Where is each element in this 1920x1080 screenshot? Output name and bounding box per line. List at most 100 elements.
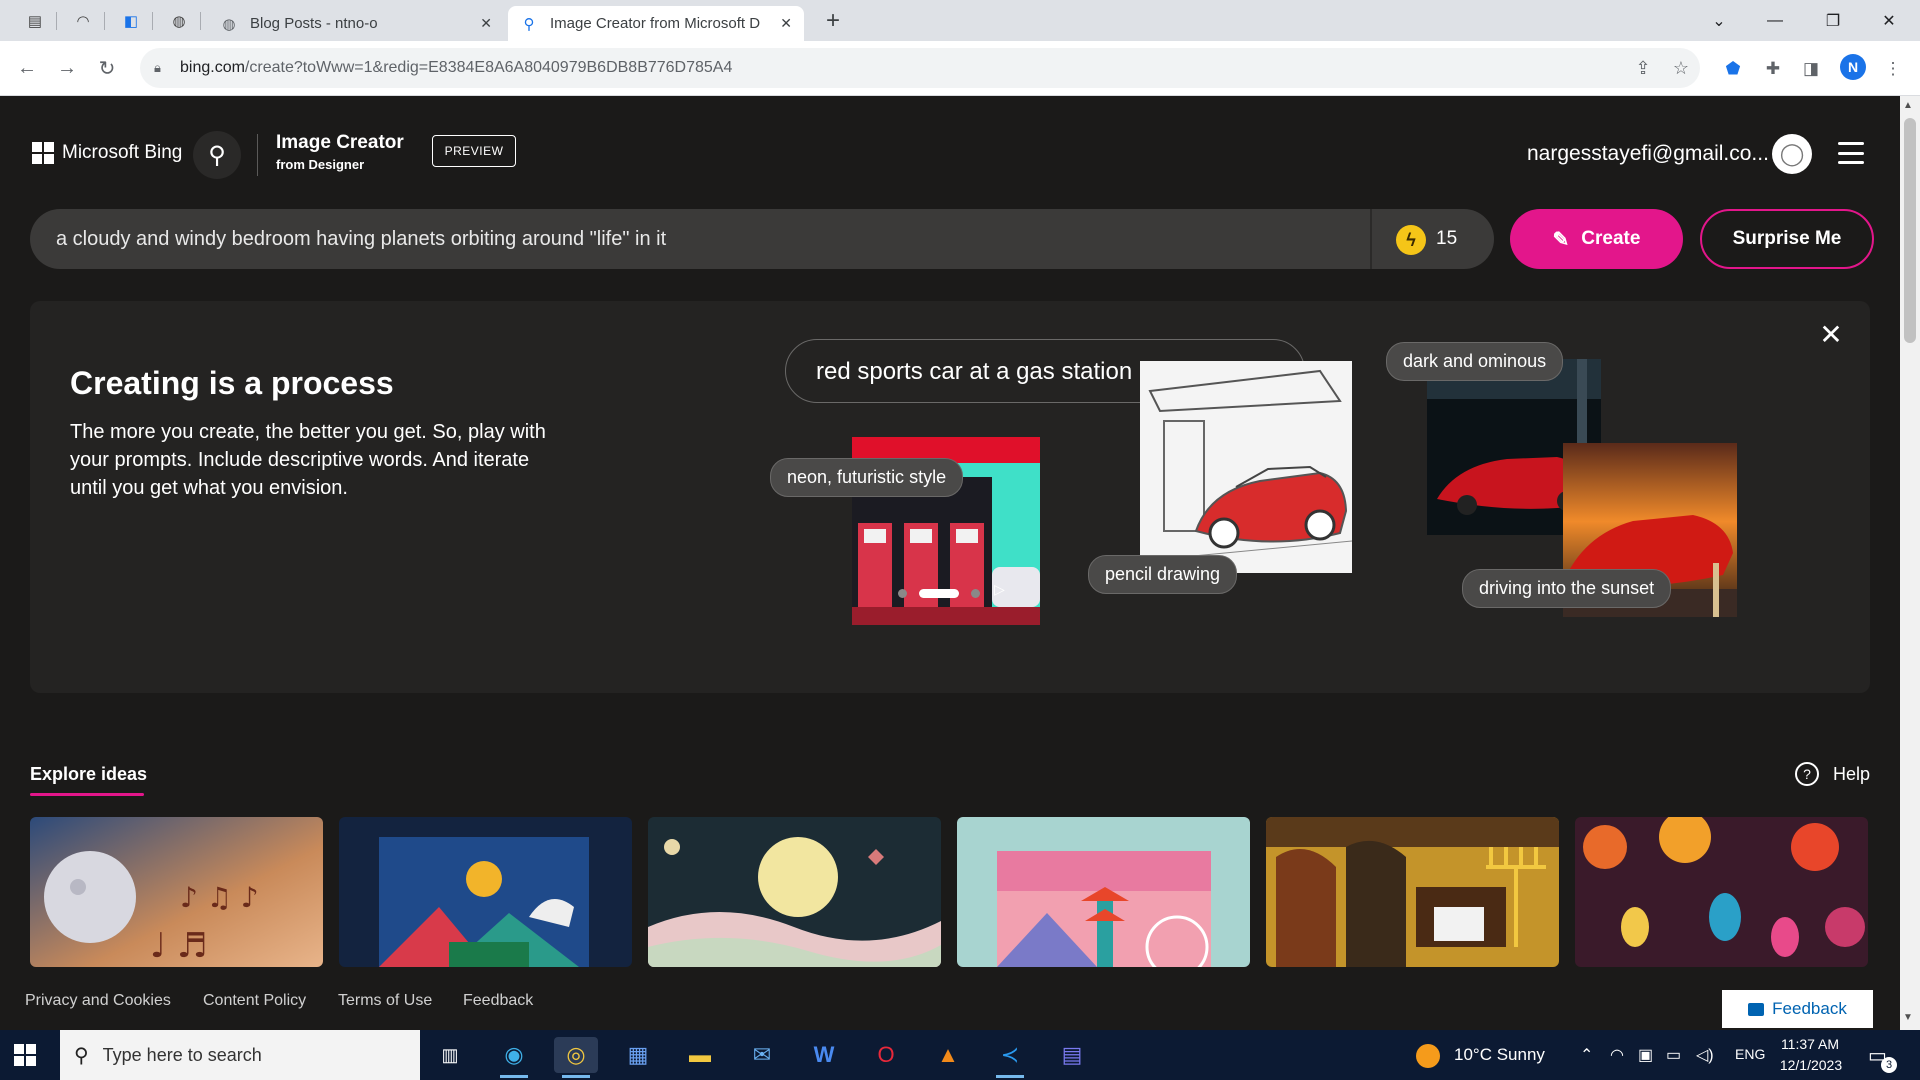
minimize-button[interactable]: — [1752, 0, 1798, 41]
taskbar-search-placeholder: Type here to search [102, 1044, 262, 1065]
url-text[interactable]: bing.com/create?toWww=1&redig=E8384E8A6A… [180, 59, 732, 77]
tab-blog-posts[interactable]: ◍ Blog Posts - ntno-o ✕ [208, 6, 504, 41]
teams-icon[interactable]: ▤ [1050, 1037, 1094, 1073]
address-bar[interactable]: 🔒︎ bing.com/create?toWww=1&redig=E8384E8… [140, 48, 1700, 88]
word-icon[interactable]: W [802, 1037, 846, 1073]
play-icon[interactable]: ▷ [994, 581, 1005, 598]
close-tab-icon[interactable]: ✕ [780, 15, 792, 32]
bookmark-star-icon[interactable]: ☆ [1670, 58, 1692, 80]
user-avatar-icon[interactable]: ◯ [1772, 134, 1812, 174]
scroll-down-icon[interactable]: ▼ [1903, 1012, 1913, 1023]
restore-button[interactable]: ❐ [1810, 0, 1856, 41]
store-icon[interactable]: ▦ [616, 1037, 660, 1073]
pinned-tab-1[interactable]: ▤ [22, 8, 48, 34]
close-window-button[interactable]: ✕ [1866, 0, 1912, 41]
footer-link-privacy[interactable]: Privacy and Cookies [25, 992, 171, 1010]
create-label: Create [1581, 228, 1641, 249]
prompt-input[interactable] [56, 209, 1356, 269]
chip-dark-ominous[interactable]: dark and ominous [1386, 342, 1564, 381]
weather-sun-icon[interactable] [1416, 1044, 1440, 1068]
browser-toolbar: ← → ↻ 🔒︎ bing.com/create?toWww=1&redig=E… [0, 41, 1920, 96]
chip-driving-sunset[interactable]: driving into the sunset [1462, 569, 1672, 608]
footer: Privacy and Cookies Content Policy Terms… [0, 970, 1900, 1030]
chip-neon-style[interactable]: neon, futuristic style [770, 458, 964, 497]
bing-logo[interactable]: Microsoft Bing [32, 142, 182, 164]
svg-text:♪ ♫ ♪: ♪ ♫ ♪ [180, 881, 259, 914]
mail-icon[interactable]: ✉ [740, 1037, 784, 1073]
profile-avatar[interactable]: N [1840, 54, 1866, 80]
carousel-dot-active[interactable] [919, 589, 959, 598]
scroll-up-icon[interactable]: ▲ [1903, 100, 1913, 111]
idea-image-paper-pagoda[interactable] [957, 817, 1250, 967]
network-icon[interactable]: ◠ [1610, 1045, 1624, 1065]
opera-icon[interactable]: O [864, 1037, 908, 1073]
close-icon[interactable]: ✕ [1816, 319, 1846, 350]
idea-image-menorah-choir[interactable] [1266, 817, 1559, 967]
idea-image-felt-moon[interactable] [648, 817, 941, 967]
file-explorer-icon[interactable]: ▬ [678, 1037, 722, 1073]
side-panel-icon[interactable]: ◨ [1798, 56, 1824, 82]
carousel-dots [892, 589, 986, 598]
tab-underline [30, 793, 144, 796]
tab-search-chevron-icon[interactable]: ⌄ [1696, 0, 1742, 41]
footer-link-terms[interactable]: Terms of Use [338, 992, 432, 1010]
idea-image-felt-mountains[interactable] [339, 817, 632, 967]
tray-app-icon[interactable]: ▣ [1638, 1045, 1653, 1065]
help-label: Help [1833, 763, 1871, 784]
battery-icon[interactable]: ▭ [1666, 1045, 1681, 1065]
carousel-dot[interactable] [898, 589, 907, 598]
process-description: The more you create, the better you get.… [70, 421, 546, 499]
idea-image-moon-music[interactable]: ♪ ♫ ♪ ♩ ♬ [30, 817, 323, 967]
help-link[interactable]: ? Help [1795, 762, 1870, 786]
boost-bolt-icon[interactable]: ϟ [1396, 225, 1426, 255]
tab-label: Blog Posts - ntno-o [250, 15, 378, 32]
clock-date[interactable]: 12/1/2023 [1776, 1057, 1846, 1073]
tab-explore-ideas[interactable]: Explore ideas [30, 764, 147, 785]
tab-image-creator[interactable]: ⚲ Image Creator from Microsoft D ✕ [508, 6, 804, 41]
surprise-me-button[interactable]: Surprise Me [1700, 209, 1874, 269]
windows-start-icon[interactable] [14, 1044, 36, 1066]
search-icon: ⚲ [208, 141, 226, 169]
share-icon[interactable]: ⇪ [1632, 58, 1654, 80]
search-button[interactable]: ⚲ [193, 131, 241, 179]
brand-name: Microsoft Bing [62, 142, 183, 163]
extension-shield-icon[interactable]: ⬟ [1720, 56, 1746, 82]
idea-image-lanterns[interactable] [1575, 817, 1868, 967]
carousel-dot[interactable] [971, 589, 980, 598]
browser-tab-bar: ▤ ◠ ◧ ◍ ◍ Blog Posts - ntno-o ✕ ⚲ Image … [0, 0, 1920, 41]
clock-time[interactable]: 11:37 AM [1780, 1036, 1840, 1052]
create-brush-icon: ✎ [1552, 228, 1570, 251]
forward-button[interactable]: → [52, 53, 82, 83]
create-button[interactable]: ✎ Create [1510, 209, 1683, 269]
feedback-button[interactable]: Feedback [1722, 990, 1873, 1028]
reload-button[interactable]: ↻ [92, 53, 122, 83]
pinned-tab-4[interactable]: ◍ [166, 8, 192, 34]
extensions-puzzle-icon[interactable]: ✚ [1760, 56, 1786, 82]
edge-icon[interactable]: ◉ [492, 1037, 536, 1078]
new-tab-button[interactable]: + [818, 6, 848, 36]
pinned-tab-2[interactable]: ◠ [70, 8, 96, 34]
lock-icon[interactable]: 🔒︎ [154, 60, 168, 76]
hamburger-menu-icon[interactable] [1838, 142, 1864, 164]
scrollbar-thumb[interactable] [1904, 118, 1916, 343]
chrome-icon[interactable]: ◎ [554, 1037, 598, 1078]
tray-chevron-up-icon[interactable]: ⌃ [1580, 1045, 1593, 1065]
vscode-icon[interactable]: ≺ [988, 1037, 1032, 1078]
back-button[interactable]: ← [12, 53, 42, 83]
app-title[interactable]: Image Creator [276, 132, 404, 154]
footer-link-feedback[interactable]: Feedback [463, 992, 533, 1010]
pinned-vscode-icon: ◧ [123, 13, 139, 30]
weather-text[interactable]: 10°C Sunny [1454, 1045, 1545, 1065]
pinned-tab-3[interactable]: ◧ [118, 8, 144, 34]
language-indicator[interactable]: ENG [1735, 1046, 1765, 1062]
task-view-icon[interactable]: ▥ [428, 1037, 472, 1073]
footer-link-content-policy[interactable]: Content Policy [203, 992, 306, 1010]
prompt-box: ϟ 15 [30, 209, 1494, 269]
more-menu-icon[interactable]: ⋮ [1880, 56, 1906, 82]
close-tab-icon[interactable]: ✕ [480, 15, 492, 32]
user-email[interactable]: nargesstayefi@gmail.co... [1527, 142, 1769, 166]
chip-pencil-drawing[interactable]: pencil drawing [1088, 555, 1238, 594]
taskbar-search-box[interactable]: ⚲ Type here to search [60, 1030, 420, 1080]
volume-icon[interactable]: ◁) [1696, 1045, 1714, 1065]
vlc-icon[interactable]: ▲ [926, 1037, 970, 1073]
